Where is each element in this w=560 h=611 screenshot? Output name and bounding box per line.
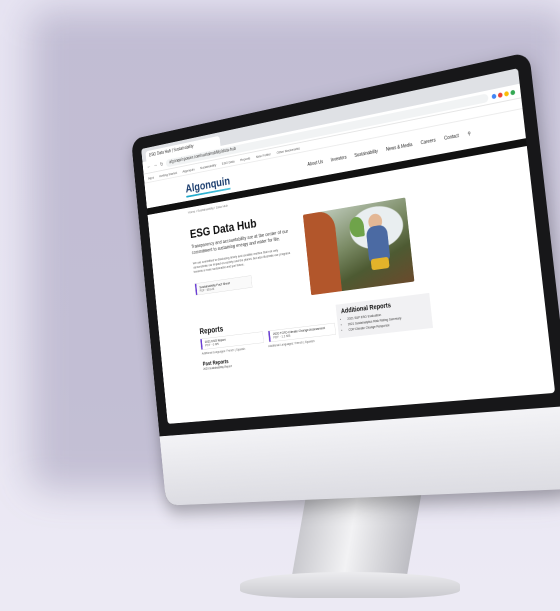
extension-icon[interactable] (510, 89, 516, 95)
forward-icon[interactable]: → (153, 163, 157, 169)
bookmark-item[interactable]: ESG Data (222, 158, 235, 165)
photo-yellow-boots (370, 256, 390, 271)
extension-icon[interactable] (491, 93, 497, 99)
bookmark-item[interactable]: Apps (148, 175, 154, 180)
nav-item-careers[interactable]: Careers (420, 138, 436, 146)
hero-photo (302, 197, 415, 296)
extension-icon[interactable] (497, 91, 503, 98)
back-icon[interactable]: ← (147, 164, 151, 170)
hero-text: ESG Data Hub Transparency and accountabi… (189, 210, 296, 295)
extension-icon[interactable] (503, 90, 509, 97)
scene: ESG Data Hub | Sustainability ← → ↻ algo… (0, 0, 560, 611)
fact-sheet-card[interactable]: Sustainability Fact Sheet PDF · 653 kB (194, 275, 252, 295)
nav-item-contact[interactable]: Contact (444, 133, 459, 142)
nav-item-investors[interactable]: Investors (331, 155, 347, 163)
bookmark-item[interactable]: Sustainability (200, 162, 217, 170)
photo-adult-arm (302, 209, 343, 296)
monitor-chin (159, 405, 560, 506)
monitor-stand-base (240, 572, 460, 598)
bookmark-item[interactable]: Reports (240, 155, 250, 161)
nav-item-about[interactable]: About Us (307, 159, 323, 167)
extensions (491, 89, 516, 99)
bookmark-item[interactable]: Algonquin (182, 166, 194, 173)
nav-item-sustainability[interactable]: Sustainability (354, 149, 378, 159)
search-icon[interactable]: ⚲ (467, 131, 471, 137)
site-logo[interactable]: Algonquin (185, 173, 231, 194)
reload-icon[interactable]: ↻ (160, 161, 164, 168)
bookmark-item[interactable]: New Folder (256, 151, 271, 158)
nav-item-news[interactable]: News & Media (386, 142, 413, 153)
photo-seedling (348, 215, 365, 239)
